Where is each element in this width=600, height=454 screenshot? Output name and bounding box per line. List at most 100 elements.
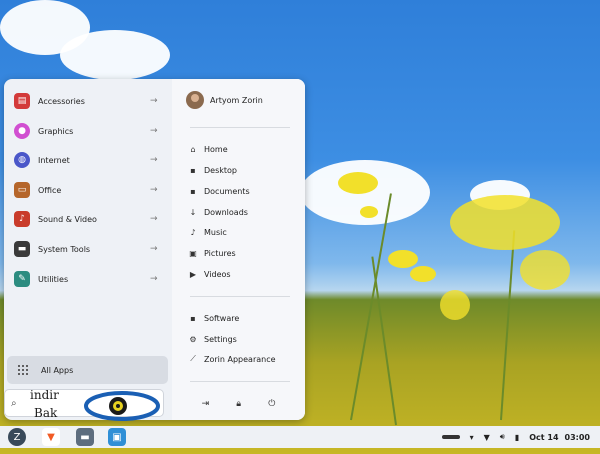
system-label: Software <box>204 313 240 323</box>
cloud <box>60 30 170 80</box>
category-internet[interactable]: ◍ Internet → <box>10 148 166 172</box>
category-graphics[interactable]: ● Graphics → <box>10 119 166 143</box>
desktop-icon: ▪ <box>190 165 196 175</box>
zorin-menu-button[interactable]: Z <box>8 428 26 446</box>
toolbox-icon: ▤ <box>14 93 30 109</box>
volume-icon[interactable]: 🔊︎ <box>500 432 505 442</box>
all-apps-button[interactable]: All Apps <box>7 356 168 384</box>
category-label: Utilities <box>38 274 69 284</box>
session-actions: ⇥ 🔒︎ ⏻ <box>172 399 305 409</box>
flower <box>338 172 378 194</box>
category-label: System Tools <box>38 244 91 254</box>
flower <box>410 266 436 282</box>
all-apps-label: All Apps <box>41 365 74 375</box>
divider <box>190 127 290 128</box>
briefcase-icon: ▭ <box>14 182 30 198</box>
system-settings[interactable]: ⚙ Settings <box>188 331 237 347</box>
flower <box>520 250 570 290</box>
clock-date[interactable]: Oct 14 <box>529 433 558 442</box>
place-label: Pictures <box>204 248 236 258</box>
place-home[interactable]: ⌂ Home <box>188 141 228 157</box>
network-icon[interactable]: ▼ <box>484 433 490 442</box>
videos-icon: ▶ <box>189 269 197 279</box>
divider <box>190 381 290 382</box>
flower-stem <box>371 256 397 426</box>
system-label: Settings <box>204 334 237 344</box>
flower-stem <box>500 230 516 421</box>
utilities-icon: ✎ <box>14 271 30 287</box>
category-system-tools[interactable]: ▬ System Tools → <box>10 237 166 261</box>
flower <box>360 206 378 218</box>
category-label: Office <box>38 185 62 195</box>
power-icon[interactable]: ⏻ <box>268 399 275 409</box>
window-indicator-icon[interactable] <box>441 435 460 439</box>
category-label: Accessories <box>38 96 85 106</box>
arrow-right-icon: → <box>150 155 158 165</box>
arrow-right-icon: → <box>150 126 158 136</box>
system-label: Zorin Appearance <box>204 354 276 364</box>
start-menu: ▤ Accessories → ● Graphics → ◍ Internet … <box>4 79 305 420</box>
eye-logo-icon <box>84 391 160 421</box>
monitor-icon: ▬ <box>14 241 30 257</box>
watermark-text: Bak <box>34 406 58 420</box>
category-utilities[interactable]: ✎ Utilities → <box>10 267 166 291</box>
appearance-icon: ⟋ <box>190 354 196 363</box>
category-sound-video[interactable]: ♪ Sound & Video → <box>10 207 166 231</box>
category-office[interactable]: ▭ Office → <box>10 178 166 202</box>
flower <box>388 250 418 268</box>
pictures-icon: ▣ <box>189 248 197 258</box>
category-accessories[interactable]: ▤ Accessories → <box>10 89 166 113</box>
place-music[interactable]: ♪ Music <box>188 224 227 240</box>
software-store-icon[interactable]: ▣ <box>108 428 126 446</box>
place-label: Documents <box>204 186 250 196</box>
palette-icon: ● <box>14 123 30 139</box>
lock-icon[interactable]: 🔒︎ <box>236 399 241 409</box>
category-label: Internet <box>38 155 70 165</box>
logout-icon[interactable]: ⇥ <box>202 399 210 409</box>
place-desktop[interactable]: ▪ Desktop <box>188 162 237 178</box>
flower-stem <box>350 193 392 421</box>
place-videos[interactable]: ▶ Videos <box>188 266 231 282</box>
place-label: Music <box>204 227 227 237</box>
place-documents[interactable]: ▪ Documents <box>188 183 250 199</box>
arrow-right-icon: → <box>150 214 158 224</box>
arrow-right-icon: → <box>150 244 158 254</box>
place-label: Downloads <box>204 207 248 217</box>
arrow-right-icon: → <box>150 96 158 106</box>
system-software[interactable]: ▪ Software <box>188 310 239 326</box>
brave-browser-icon[interactable]: ▼ <box>42 428 60 446</box>
search-icon: ⌕ <box>11 397 17 409</box>
category-label: Graphics <box>38 126 74 136</box>
flower <box>440 290 470 320</box>
files-icon[interactable]: ▬ <box>76 428 94 446</box>
clock-time[interactable]: 03:00 <box>565 433 590 442</box>
settings-icon: ⚙ <box>189 334 197 344</box>
chevron-icon[interactable]: ▾ <box>470 433 474 442</box>
user-account[interactable]: Artyom Zorin <box>186 91 263 109</box>
place-label: Desktop <box>204 165 237 175</box>
music-icon: ♪ <box>190 227 196 237</box>
place-downloads[interactable]: ↓ Downloads <box>188 204 248 220</box>
arrow-right-icon: → <box>150 185 158 195</box>
place-pictures[interactable]: ▣ Pictures <box>188 245 236 261</box>
arrow-right-icon: → <box>150 274 158 284</box>
globe-icon: ◍ <box>14 152 30 168</box>
places-panel: Artyom Zorin ⌂ Home ▪ Desktop ▪ Document… <box>172 79 305 420</box>
app-categories: ▤ Accessories → ● Graphics → ◍ Internet … <box>4 79 172 420</box>
flower <box>450 195 560 250</box>
home-icon: ⌂ <box>190 144 196 154</box>
divider <box>190 296 290 297</box>
system-tray: ▾ ▼ 🔊︎ ▮ Oct 14 03:00 <box>441 426 600 448</box>
taskbar: Z ▼ ▬ ▣ ▾ ▼ 🔊︎ ▮ Oct 14 03:00 <box>0 426 600 448</box>
place-label: Home <box>204 144 228 154</box>
software-icon: ▪ <box>190 313 196 323</box>
avatar <box>186 91 204 109</box>
user-name: Artyom Zorin <box>210 95 263 105</box>
category-label: Sound & Video <box>38 214 97 224</box>
place-label: Videos <box>204 269 231 279</box>
documents-icon: ▪ <box>190 186 196 196</box>
media-icon: ♪ <box>14 211 30 227</box>
watermark-logo: indir Bak <box>30 388 170 424</box>
system-zorin-appearance[interactable]: ⟋ Zorin Appearance <box>188 351 276 367</box>
battery-icon[interactable]: ▮ <box>515 433 519 442</box>
